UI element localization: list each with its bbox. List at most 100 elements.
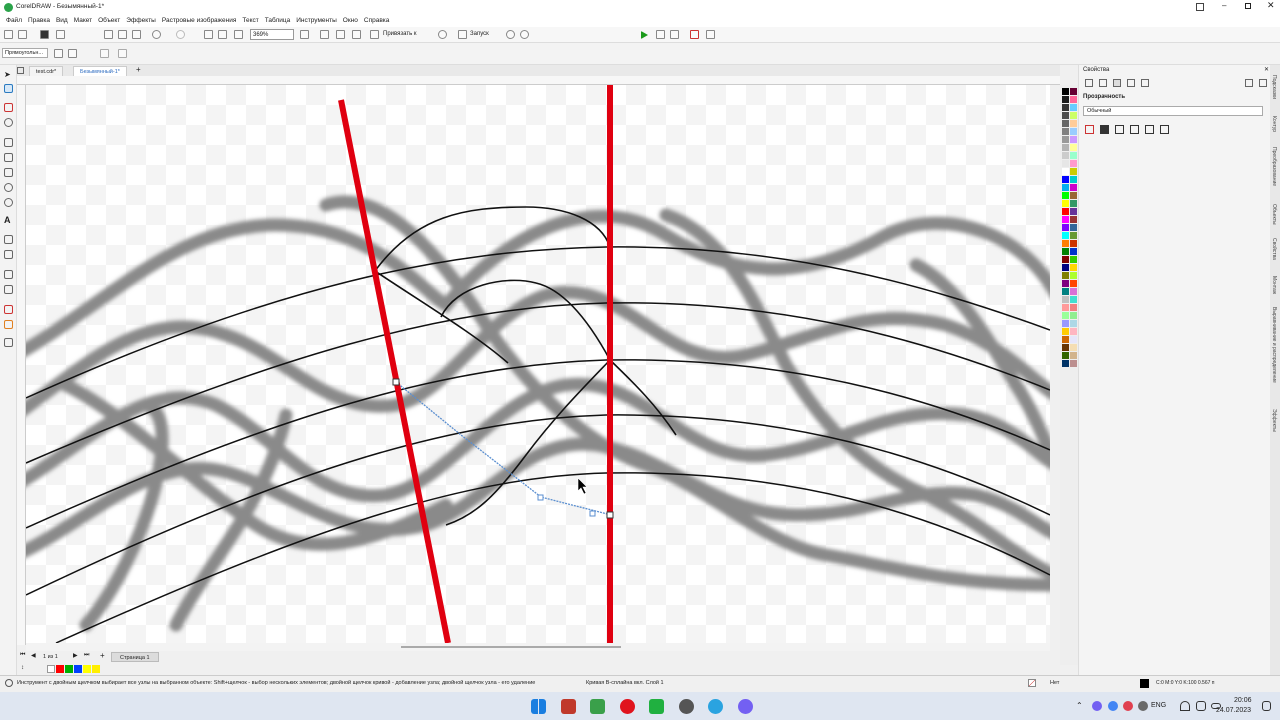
- launch-dropdown[interactable]: Запуск: [470, 31, 489, 37]
- vertical-ruler[interactable]: [17, 85, 26, 645]
- palette-swatch[interactable]: [1062, 328, 1069, 335]
- freehand-tool-icon[interactable]: [4, 138, 13, 147]
- web-icon[interactable]: [520, 30, 529, 39]
- account-icon[interactable]: [1196, 3, 1204, 11]
- palette-swatch[interactable]: [1070, 280, 1077, 287]
- node-handle[interactable]: [537, 494, 544, 501]
- drawing-canvas[interactable]: [26, 85, 1050, 643]
- cut-icon[interactable]: [104, 30, 113, 39]
- fountain-transparency-icon[interactable]: [1115, 125, 1124, 134]
- palette-swatch[interactable]: [1070, 128, 1077, 135]
- docker-tab[interactable]: Монтаж: [1271, 276, 1277, 294]
- palette-swatch[interactable]: [1062, 216, 1069, 223]
- save-icon[interactable]: [40, 30, 49, 39]
- palette-swatch[interactable]: [1070, 256, 1077, 263]
- palette-swatch[interactable]: [1070, 144, 1077, 151]
- add-preset-icon[interactable]: [54, 49, 63, 58]
- node-icon[interactable]: [100, 49, 109, 58]
- tray-cloud-icon[interactable]: [1138, 701, 1148, 711]
- menu-item[interactable]: Справка: [364, 15, 390, 27]
- node-handle[interactable]: [392, 378, 400, 386]
- palette-swatch[interactable]: [1070, 296, 1077, 303]
- zoom-level-field[interactable]: 369%: [250, 29, 294, 40]
- palette-swatch[interactable]: [1070, 152, 1077, 159]
- taskbar-chrome-icon[interactable]: [679, 699, 694, 714]
- menu-item[interactable]: Текст: [242, 15, 258, 27]
- smart-fill-tool-icon[interactable]: [4, 338, 13, 347]
- vector-pattern-transparency-icon[interactable]: [1130, 125, 1139, 134]
- eyedropper-tool-icon[interactable]: [4, 305, 13, 314]
- palette-swatch[interactable]: [1070, 312, 1077, 319]
- tray-security-icon[interactable]: [1123, 701, 1133, 711]
- redo-icon[interactable]: [176, 30, 185, 39]
- palette-swatch[interactable]: [1062, 272, 1069, 279]
- macro-icon[interactable]: [670, 30, 679, 39]
- next-page-icon[interactable]: ▶: [73, 652, 78, 659]
- texture-transparency-icon[interactable]: [1160, 125, 1169, 134]
- palette-swatch[interactable]: [1070, 264, 1077, 271]
- palette-swatch[interactable]: [1070, 272, 1077, 279]
- palette-swatch[interactable]: [1062, 104, 1069, 111]
- palette-swatch[interactable]: [1070, 352, 1077, 359]
- palette-swatch[interactable]: [1070, 168, 1077, 175]
- palette-swatch[interactable]: [1070, 344, 1077, 351]
- new-icon[interactable]: [4, 30, 13, 39]
- uniform-transparency-icon[interactable]: [1100, 125, 1109, 134]
- new-tab-icon[interactable]: +: [136, 65, 141, 74]
- palette-swatch[interactable]: [1070, 216, 1077, 223]
- taskbar-viber-icon[interactable]: [738, 699, 753, 714]
- wifi-icon[interactable]: [1180, 701, 1190, 711]
- artistic-media-tool-icon[interactable]: [4, 153, 13, 162]
- palette-swatch[interactable]: [1070, 336, 1077, 343]
- swatch-green[interactable]: [65, 665, 73, 673]
- publish-icon[interactable]: [234, 30, 243, 39]
- transparency-props-icon[interactable]: [1113, 79, 1121, 87]
- tab-test-cdr[interactable]: test.cdr*: [29, 66, 64, 76]
- no-color-swatch[interactable]: [47, 665, 55, 673]
- canvas-svg[interactable]: [26, 85, 1050, 643]
- horizontal-scrollbar[interactable]: [26, 643, 1050, 651]
- palette-swatch[interactable]: [1062, 248, 1069, 255]
- taskbar-app-icon[interactable]: [561, 699, 576, 714]
- import-icon[interactable]: [204, 30, 213, 39]
- palette-swatch[interactable]: [1062, 144, 1069, 151]
- swatch-yellow-2[interactable]: [92, 665, 100, 673]
- menu-item[interactable]: Эффекты: [126, 15, 156, 27]
- ellipse-tool-icon[interactable]: [4, 183, 13, 192]
- docker-option-icon[interactable]: [1245, 79, 1253, 87]
- palette-swatch[interactable]: [1070, 136, 1077, 143]
- tray-chevron-icon[interactable]: ⌃: [1076, 701, 1083, 710]
- palette-swatch[interactable]: [1070, 120, 1077, 127]
- docker-tab[interactable]: Контур: [1271, 116, 1277, 132]
- fill-props-icon[interactable]: [1099, 79, 1107, 87]
- docker-tab[interactable]: Преобразование: [1271, 147, 1277, 186]
- shape-tool-icon[interactable]: [4, 84, 13, 93]
- palette-swatch[interactable]: [1062, 312, 1069, 319]
- print-icon[interactable]: [56, 30, 65, 39]
- swatch-yellow[interactable]: [83, 665, 91, 673]
- swatch-red[interactable]: [56, 665, 64, 673]
- clock-time[interactable]: 20:06: [1234, 697, 1252, 704]
- tab-untitled-1[interactable]: Безымянный-1*: [73, 66, 127, 76]
- palette-swatch[interactable]: [1070, 224, 1077, 231]
- palette-swatch[interactable]: [1070, 208, 1077, 215]
- palette-swatch[interactable]: [1062, 280, 1069, 287]
- transparency-tool-icon[interactable]: [4, 285, 13, 294]
- menu-item[interactable]: Файл: [6, 15, 22, 27]
- taskbar-coreldraw-icon[interactable]: [590, 699, 605, 714]
- palette-swatch[interactable]: [1070, 104, 1077, 111]
- palette-swatch[interactable]: [1062, 240, 1069, 247]
- menu-item[interactable]: Макет: [74, 15, 92, 27]
- fill-status-icon[interactable]: [1028, 679, 1036, 687]
- language-indicator[interactable]: ENG: [1151, 702, 1166, 709]
- home-icon[interactable]: [17, 67, 24, 74]
- palette-swatch[interactable]: [1062, 256, 1069, 263]
- palette-swatch[interactable]: [1062, 192, 1069, 199]
- palette-swatch[interactable]: [1062, 232, 1069, 239]
- outline-props-icon[interactable]: [1085, 79, 1093, 87]
- palette-swatch[interactable]: [1062, 88, 1069, 95]
- palette-swatch[interactable]: [1062, 304, 1069, 311]
- play-icon[interactable]: [641, 31, 648, 39]
- notifications-icon[interactable]: [1262, 701, 1271, 711]
- record-icon[interactable]: [656, 30, 665, 39]
